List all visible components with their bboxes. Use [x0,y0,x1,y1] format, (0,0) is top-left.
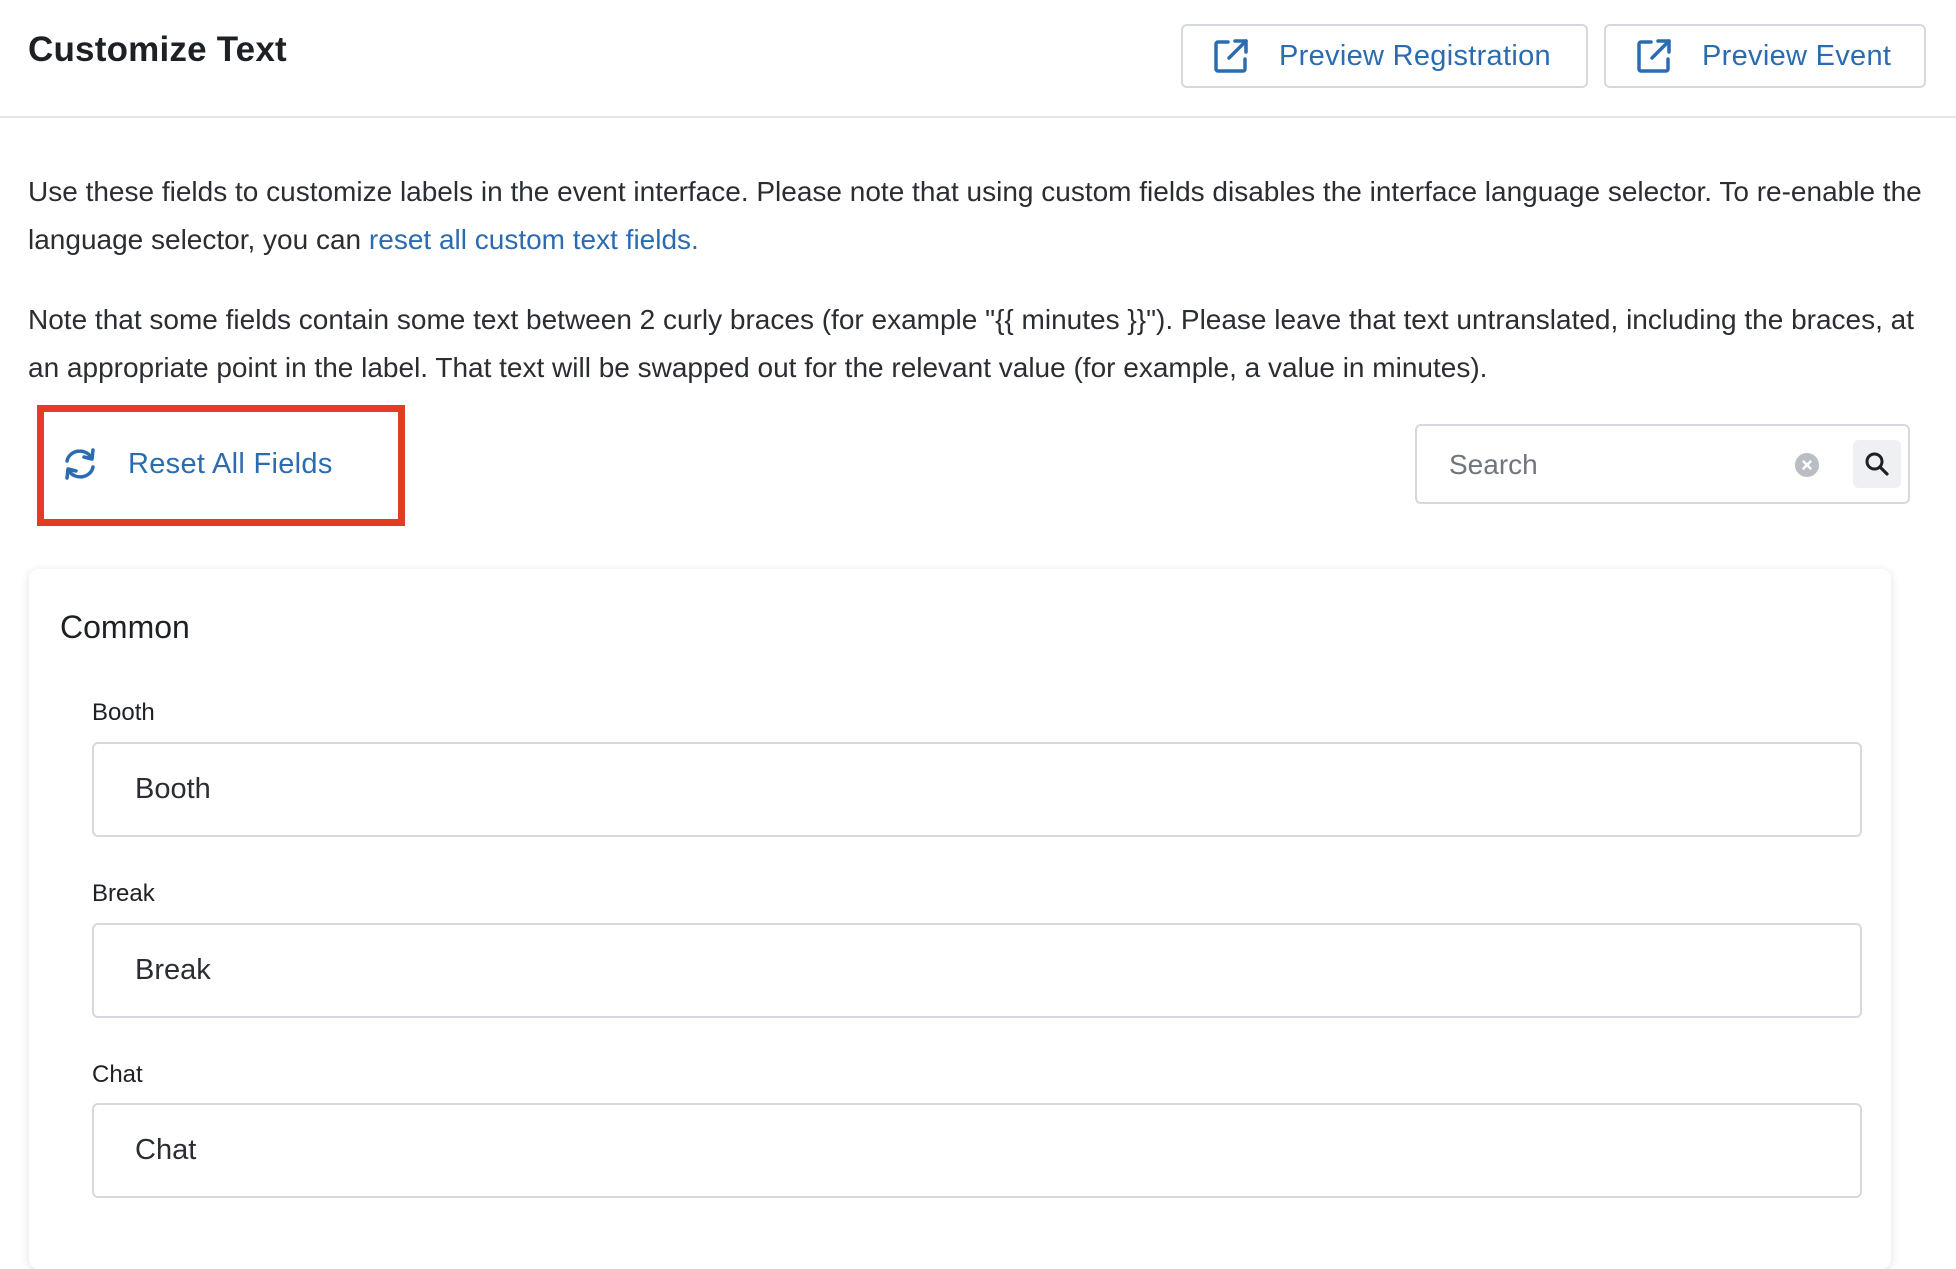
field-label-break: Break [92,880,155,907]
refresh-icon [65,448,95,480]
preview-registration-label: Preview Registration [1279,39,1551,72]
clear-icon [1802,460,1812,470]
preview-event-button[interactable]: Preview Event [1604,24,1926,88]
field-input-booth[interactable] [92,742,1862,837]
clear-search-button[interactable] [1795,453,1819,477]
search-icon [1865,452,1889,476]
field-label-chat: Chat [92,1061,143,1088]
field-input-chat[interactable] [92,1103,1862,1198]
intro-paragraph: Use these fields to customize labels in … [28,168,1928,264]
preview-registration-button[interactable]: Preview Registration [1181,24,1588,88]
preview-event-label: Preview Event [1702,39,1892,72]
section-title: Common [60,609,190,645]
reset-all-fields-button[interactable]: Reset All Fields [62,436,333,492]
external-link-icon [1214,39,1248,73]
curly-braces-note: Note that some fields contain some text … [28,304,1915,383]
search-button[interactable] [1853,440,1901,488]
external-link-icon [1637,39,1671,73]
field-input-break[interactable] [92,923,1862,1018]
reset-all-fields-label: Reset All Fields [128,447,333,480]
top-bar: Customize Text Preview Registration Prev… [0,0,1956,118]
reset-custom-fields-link[interactable]: reset all custom text fields. [369,224,699,255]
search-input[interactable] [1447,440,1781,490]
search-box [1415,424,1910,504]
common-section-card: Common Booth Break Chat [29,569,1891,1269]
page-title: Customize Text [28,30,287,69]
intro-text: Use these fields to customize labels in … [28,176,1922,255]
field-label-booth: Booth [92,699,155,726]
